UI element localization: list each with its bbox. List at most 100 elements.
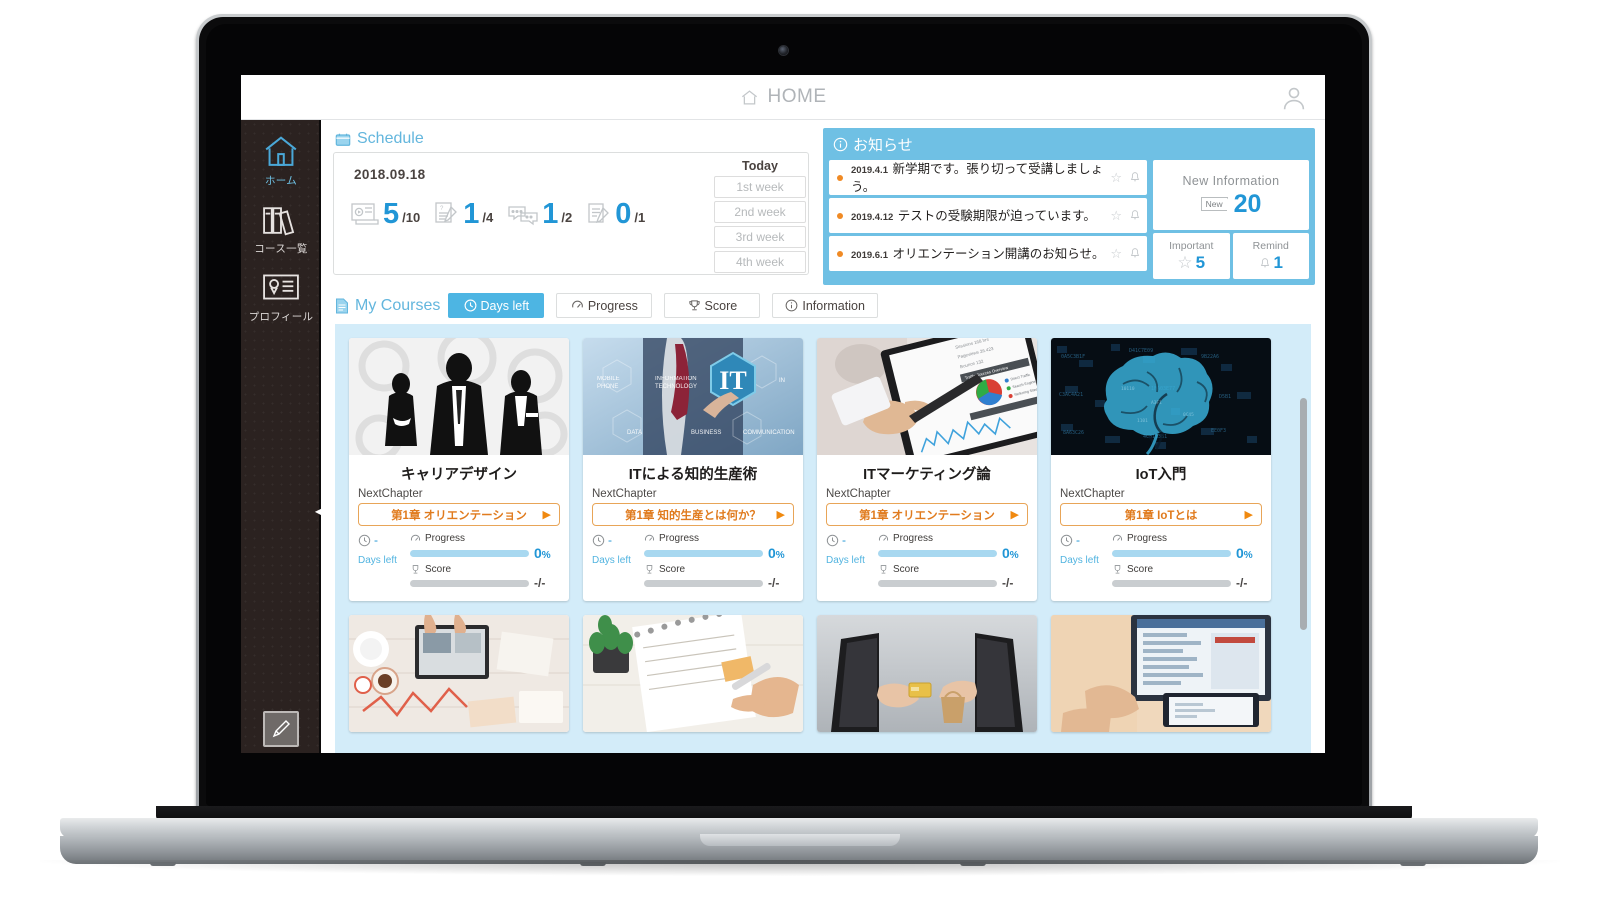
- schedule-title: Schedule: [357, 130, 424, 147]
- schedule-stats: 5 /10 ? 1 /4 1 /2 0 /1: [350, 198, 645, 230]
- scrollbar-track[interactable]: [1300, 324, 1309, 753]
- star-icon[interactable]: ☆: [1110, 246, 1122, 262]
- clock-icon: [464, 299, 477, 312]
- svg-text:TECHNOLOGY: TECHNOLOGY: [655, 384, 697, 390]
- page-title-text: HOME: [767, 86, 827, 107]
- week-button-2[interactable]: 2nd week: [714, 201, 806, 223]
- course-card[interactable]: キャリアデザイン NextChapter 第1章 オリエンテーション ▶ - D…: [349, 338, 569, 601]
- notification-item[interactable]: 2019.6.1 オリエンテーション開講のお知らせ。 ☆: [829, 236, 1147, 271]
- sidebar-item-course-list[interactable]: コース一覧: [241, 188, 321, 256]
- pencil-icon[interactable]: [263, 711, 299, 747]
- svg-text:IT: IT: [719, 366, 746, 395]
- next-chapter-button[interactable]: 第1章 オリエンテーション ▶: [826, 503, 1028, 526]
- svg-text:1101: 1101: [1137, 418, 1148, 424]
- course-card[interactable]: [349, 615, 569, 732]
- course-title: IoT入門: [1135, 467, 1187, 483]
- notification-item[interactable]: 2019.4.1 新学期です。張り切って受講しましょう。 ☆: [829, 160, 1147, 195]
- bell-icon[interactable]: [1129, 246, 1141, 262]
- sidebar: ホーム コース一覧 プロフィール ◀: [241, 120, 321, 753]
- schedule-panel: 2018.09.18 5 /10 ? 1 /4 1 /2 0 /1 Today …: [333, 152, 809, 275]
- today-label: Today: [742, 159, 778, 173]
- screenshot-root: HOME ホーム コース一覧 プロフィール ◀ Schedule 2018.09…: [0, 0, 1600, 920]
- schedule-heading: Schedule: [333, 128, 809, 152]
- stat-denominator: /10: [402, 210, 421, 226]
- quiz-icon: ?: [434, 201, 460, 227]
- next-chapter-label: NextChapter: [358, 488, 423, 500]
- progress-bar: [644, 549, 763, 557]
- next-chapter-button[interactable]: 第1章 IoTとは ▶: [1060, 503, 1262, 526]
- clock-icon: [592, 534, 605, 547]
- days-left-label: Days left: [1060, 555, 1099, 566]
- remind-count: 1: [1273, 252, 1283, 272]
- sidebar-collapse-toggle[interactable]: ◀: [313, 500, 323, 522]
- gauge-icon: [644, 533, 655, 544]
- remind-card[interactable]: Remind 1: [1232, 233, 1309, 279]
- course-card[interactable]: [817, 615, 1037, 732]
- stat-value: 5: [383, 198, 400, 230]
- next-chapter-button[interactable]: 第1章 オリエンテーション ▶: [358, 503, 560, 526]
- course-title: キャリアデザイン: [401, 467, 517, 483]
- week-button-4[interactable]: 4th week: [714, 251, 806, 273]
- notification-item[interactable]: 2019.4.12 テストの受験期限が迫っています。 ☆: [829, 198, 1147, 233]
- progress-unit: %: [541, 550, 551, 561]
- play-triangle-icon: ▶: [542, 509, 551, 521]
- tab-score[interactable]: Score: [664, 293, 761, 318]
- svg-text:BUSINESS: BUSINESS: [691, 430, 721, 436]
- notifications-section: お知らせ 2019.4.1 新学期です。張り切って受講しましょう。 ☆ 2019…: [823, 128, 1315, 285]
- days-left-value-wrap: -: [358, 533, 404, 547]
- calendar-icon: [335, 132, 351, 147]
- course-card[interactable]: [583, 615, 803, 732]
- svg-text:9B22A6: 9B22A6: [1201, 354, 1219, 360]
- course-card[interactable]: IT MOBILE PHONE INFORMATION TECHNOLOGY IN …: [583, 338, 803, 601]
- scrollbar-thumb[interactable]: [1300, 398, 1307, 630]
- tab-days-left[interactable]: Days left: [448, 293, 545, 318]
- course-card[interactable]: Sessions 168 hrs Pageviews 26.423 Bounce 1…: [817, 338, 1037, 601]
- user-avatar-icon[interactable]: [1279, 83, 1309, 113]
- course-card[interactable]: 0A5C3B1FD41C7E099B22A6 C3AC4A211FA03E77D…: [1051, 338, 1271, 601]
- my-courses-title-text: My Courses: [355, 296, 441, 314]
- bell-icon[interactable]: [1129, 208, 1141, 224]
- bell-icon: [1259, 256, 1271, 269]
- star-icon[interactable]: ☆: [1110, 208, 1122, 224]
- svg-text:EE0F3: EE0F3: [1211, 428, 1226, 434]
- sidebar-item-home[interactable]: ホーム: [241, 120, 321, 188]
- schedule-stat-video: 5 /10: [350, 198, 421, 230]
- course-title: ITによる知的生産術: [628, 467, 758, 483]
- score-value: -/-: [768, 576, 780, 590]
- trophy-icon: [688, 299, 701, 312]
- week-button-3[interactable]: 3rd week: [714, 226, 806, 248]
- course-thumbnail-online-shopping: [817, 615, 1037, 732]
- progress-label: Progress: [893, 533, 934, 544]
- info-icon: [833, 137, 848, 152]
- stat-value: 0: [615, 198, 632, 230]
- new-information-card[interactable]: New Information New 20: [1153, 160, 1309, 230]
- my-courses-title: My Courses: [335, 297, 440, 315]
- notification-title: 新学期です。張り切って受講しましょう。: [851, 161, 1104, 194]
- tab-progress[interactable]: Progress: [556, 293, 653, 318]
- tab-information[interactable]: Information: [772, 293, 878, 318]
- bell-icon[interactable]: [1129, 170, 1141, 186]
- days-left-value: -: [374, 533, 378, 547]
- course-thumbnail-tablet-analytics: Sessions 168 hrs Pageviews 26.423 Bounce 1…: [817, 338, 1037, 455]
- course-card[interactable]: [1051, 615, 1271, 732]
- chapter-name: 第1章 IoTとは: [1124, 509, 1198, 522]
- svg-text:?: ?: [440, 206, 444, 212]
- star-icon[interactable]: ☆: [1110, 170, 1122, 186]
- tab-label: Score: [704, 298, 738, 313]
- dashboard-top-row: Schedule 2018.09.18 5 /10 ? 1 /4 1 /2 0 …: [323, 120, 1325, 285]
- notification-date: 2019.6.1: [851, 249, 888, 261]
- score-label: Score: [659, 564, 686, 575]
- chapter-name: 第1章 オリエンテーション: [859, 509, 995, 522]
- next-chapter-button[interactable]: 第1章 知的生産とは何か？ ▶: [592, 503, 794, 526]
- report-icon: [586, 201, 612, 227]
- sidebar-item-profile[interactable]: プロフィール: [241, 256, 321, 324]
- notifications-title: お知らせ: [853, 137, 913, 154]
- week-button-1[interactable]: 1st week: [714, 176, 806, 198]
- chapter-name: 第1章 知的生産とは何か？: [624, 509, 762, 522]
- svg-text:COMMUNICATION: COMMUNICATION: [743, 430, 795, 436]
- svg-text:A3F1: A3F1: [1151, 400, 1162, 406]
- important-card[interactable]: Important ☆ 5: [1153, 233, 1230, 279]
- my-courses-header: My Courses Days left Progress Score Info…: [323, 285, 1325, 324]
- notifications-body: 2019.4.1 新学期です。張り切って受講しましょう。 ☆ 2019.4.12…: [823, 160, 1315, 279]
- app-header: HOME: [241, 75, 1325, 120]
